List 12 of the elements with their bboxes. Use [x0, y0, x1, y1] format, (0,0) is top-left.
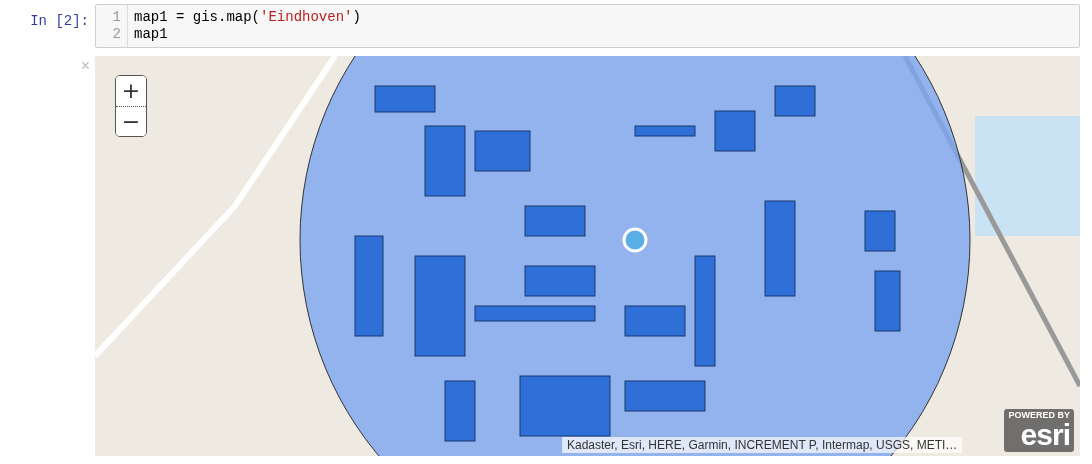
map-attribution: Kadaster, Esri, HERE, Garmin, INCREMENT P, Intermap, USGS, METI…	[562, 437, 963, 453]
code-line: map1	[134, 26, 169, 43]
line-number: 2	[111, 26, 121, 43]
input-prompt: In [2]:	[29, 12, 90, 29]
map-view[interactable]: + − Kadaster, Esri, HERE, Garmin, INCREMENT P, Intermap, USGS, METI… POWERED BY esri	[95, 56, 1080, 456]
line-number: 1	[111, 9, 121, 26]
location-marker-icon	[622, 227, 648, 253]
code-line: map1 = gis.map('Eindhoven')	[134, 9, 361, 26]
zoom-out-button[interactable]: −	[116, 106, 146, 136]
code-cell[interactable]: 1 2 map1 = gis.map('Eindhoven') map1	[95, 4, 1080, 48]
logo-caption: POWERED BY	[1008, 411, 1070, 420]
logo-wordmark: esri	[1020, 420, 1070, 450]
